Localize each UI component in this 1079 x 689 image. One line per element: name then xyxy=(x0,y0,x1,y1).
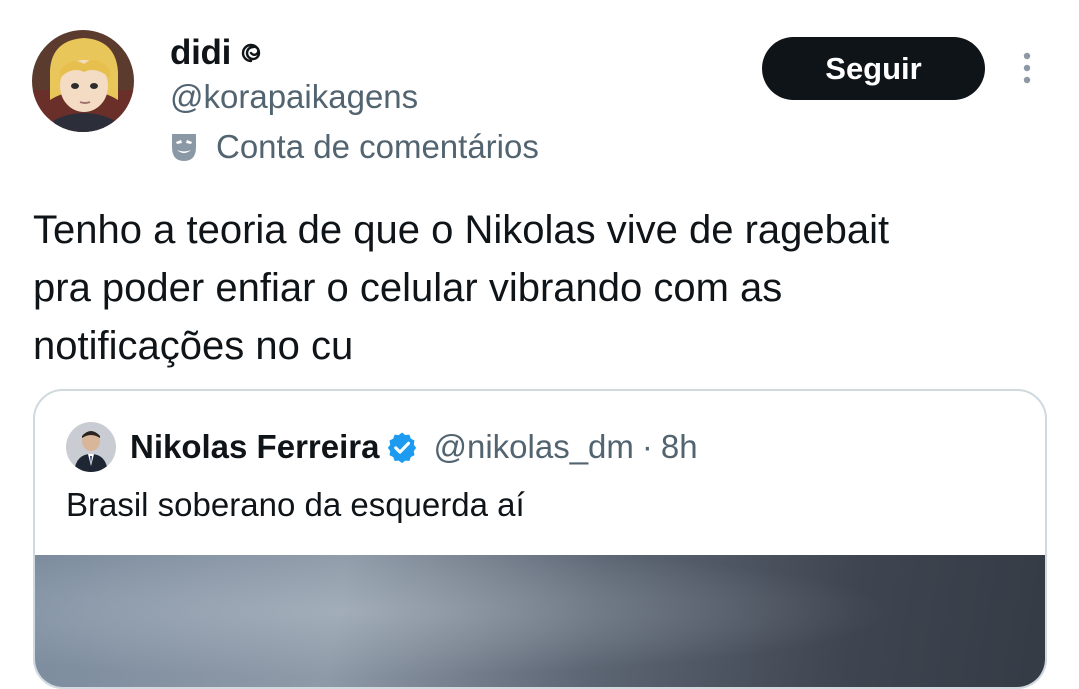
tweet-text: Tenho a teoria de que o Nikolas vive de … xyxy=(33,208,890,368)
account-label-text: Conta de comentários xyxy=(216,128,539,165)
quoted-author-name: Nikolas Ferreira xyxy=(130,428,380,465)
author-avatar[interactable] xyxy=(32,30,134,132)
account-label-row: Conta de comentários xyxy=(166,128,539,166)
verified-badge-icon xyxy=(385,430,419,464)
more-vertical-icon[interactable] xyxy=(1010,48,1044,88)
quoted-tweet-header: Nikolas Ferreira @nikolas_dm · 8h xyxy=(66,421,698,473)
author-name-row[interactable]: didi xyxy=(170,30,263,76)
swirl-icon xyxy=(239,41,263,65)
author-handle[interactable]: @korapaikagens xyxy=(170,78,418,116)
follow-button[interactable]: Seguir xyxy=(762,37,985,100)
theater-mask-icon xyxy=(166,129,202,165)
quoted-author-avatar xyxy=(66,422,116,472)
quoted-tweet-media[interactable] xyxy=(35,555,1045,687)
quoted-author-handle: @nikolas_dm xyxy=(433,428,634,465)
quoted-tweet-text: Brasil soberano da esquerda aí xyxy=(66,486,525,523)
quoted-tweet-card[interactable]: Nikolas Ferreira @nikolas_dm · 8h Brasil… xyxy=(33,389,1047,689)
separator-dot: · xyxy=(641,428,653,465)
author-display-name[interactable]: didi xyxy=(170,33,231,73)
quoted-tweet-time: 8h xyxy=(660,428,698,465)
